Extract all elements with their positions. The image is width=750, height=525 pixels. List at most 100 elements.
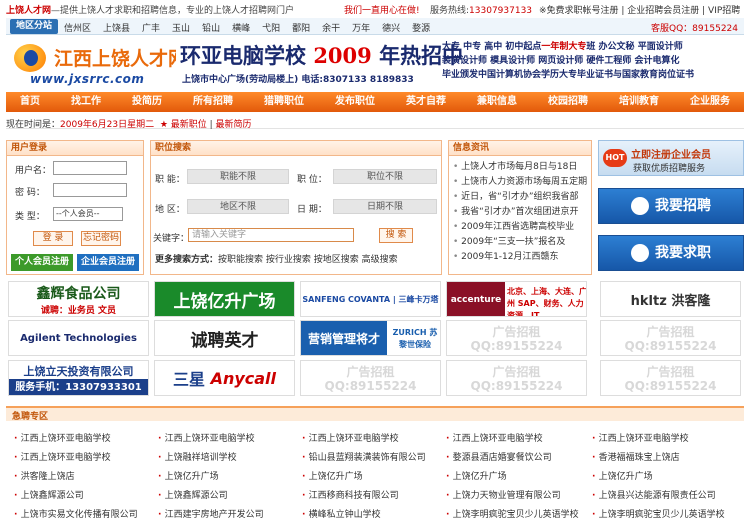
city-link[interactable]: 广丰 xyxy=(142,24,160,34)
job-link[interactable]: 上饶鑫辉源公司 xyxy=(14,487,154,506)
course-ad[interactable]: 大专 中专 高中 初中起点一年制大专班 办公文秘 平面设计师 装潢设计师 模具设… xyxy=(442,38,744,90)
type-label: 类 型： xyxy=(15,212,45,222)
nav-all-jobs[interactable]: 所有招聘 xyxy=(193,92,233,112)
job-link[interactable]: 上饶亿升广场 xyxy=(446,468,586,487)
job-link[interactable]: 江西上饶环亚电脑学校 xyxy=(158,430,298,449)
nav-parttime[interactable]: 兼职信息 xyxy=(477,92,517,112)
logo-samsung-anycall[interactable]: 三星 Anycall xyxy=(154,360,295,396)
nav-home[interactable]: 首页 xyxy=(20,92,40,112)
city-link[interactable]: 鄱阳 xyxy=(292,24,310,34)
job-link[interactable]: 香港福福珠宝上饶店 xyxy=(592,449,742,468)
job-link[interactable]: 上饶亿升广场 xyxy=(302,468,442,487)
new-jobs-link[interactable]: ★ 最新职位 xyxy=(160,120,207,130)
ad-placeholder[interactable]: 广告招租 QQ:89155224 xyxy=(446,320,587,356)
news-item[interactable]: 我省“引才办”首次组团进京开 xyxy=(453,205,591,220)
nav-submit-resume[interactable]: 投简历 xyxy=(132,92,162,112)
job-link[interactable]: 铅山县蓝翔装潢装饰有限公司 xyxy=(302,449,442,468)
register-company-button[interactable]: 企业会员注册 xyxy=(77,254,139,271)
job-link[interactable]: 上饶市实易文化传播有限公司 xyxy=(14,506,154,525)
new-resumes-link[interactable]: 最新简历 xyxy=(216,120,252,130)
login-button[interactable]: 登 录 xyxy=(33,231,73,246)
job-link[interactable]: 上饶融祥培训学校 xyxy=(158,449,298,468)
register-links[interactable]: ※免费求职帐号注册 | 企业招聘会员注册 | VIP招聘 xyxy=(539,3,740,16)
job-link[interactable]: 上饶力天物业管理有限公司 xyxy=(446,487,586,506)
city-link[interactable]: 横峰 xyxy=(232,24,250,34)
job-link[interactable]: 横峰私立钟山学校 xyxy=(302,506,442,525)
news-item[interactable]: 2009年1-12月江西赣东 xyxy=(453,250,591,265)
job-link[interactable]: 江西上饶环亚电脑学校 xyxy=(14,430,154,449)
nav-training[interactable]: 培训教育 xyxy=(619,92,659,112)
job-link[interactable]: 婺源县酒店婚宴餐饮公司 xyxy=(446,449,586,468)
current-date: 2009年6月23日星期二 xyxy=(60,120,155,130)
city-link[interactable]: 婺源 xyxy=(412,24,430,34)
register-person-button[interactable]: 个人会员注册 xyxy=(11,254,73,271)
job-link[interactable]: 上饶李明疯驼宝贝少儿英语学校 xyxy=(446,506,586,525)
city-link[interactable]: 余干 xyxy=(322,24,340,34)
news-item[interactable]: 2009年江西省选聘高校毕业 xyxy=(453,220,591,235)
ad-placeholder[interactable]: 广告招租 QQ:89155224 xyxy=(600,320,741,356)
more-search-links[interactable]: 按职能搜索 按行业搜索 按地区搜索 高级搜索 xyxy=(218,255,398,265)
job-link[interactable]: 上饶亿升广场 xyxy=(158,468,298,487)
city-link[interactable]: 弋阳 xyxy=(262,24,280,34)
ad-placeholder[interactable]: 广告招租 QQ:89155224 xyxy=(600,360,741,396)
logo-zurich[interactable]: 营销管理将才 ZURICH 苏黎世保险 xyxy=(300,320,441,356)
function-select[interactable]: 职能不限 xyxy=(187,169,289,184)
job-link[interactable]: 江西上饶环亚电脑学校 xyxy=(592,430,742,449)
city-link[interactable]: 上饶县 xyxy=(103,24,130,34)
logo-hiring-talent[interactable]: 诚聘英才 xyxy=(154,320,295,356)
ad-placeholder[interactable]: 广告招租 QQ:89155224 xyxy=(446,360,587,396)
site-logo[interactable]: 江西上饶人才网 www.jxsrrc.com xyxy=(12,38,187,90)
password-input[interactable] xyxy=(53,183,127,197)
city-link[interactable]: 铅山 xyxy=(202,24,220,34)
job-link[interactable]: 上饶亿升广场 xyxy=(592,468,742,487)
ad-placeholder[interactable]: 广告招租 QQ:89155224 xyxy=(300,360,441,396)
forgot-password-button[interactable]: 忘记密码 xyxy=(81,231,121,246)
logo-agilent[interactable]: Agilent Technologies xyxy=(8,320,149,356)
register-company-banner[interactable]: HOT 立即注册企业会员 获取优质招聘服务 xyxy=(598,140,744,176)
date-select[interactable]: 日期不限 xyxy=(333,199,437,214)
job-link[interactable]: 上饶鑫辉源公司 xyxy=(158,487,298,506)
function-label: 职 能： xyxy=(155,175,185,185)
school-banner[interactable]: 环亚电脑学校 2009 年热招中 上饶市中心广场(劳动局楼上) 电话:83071… xyxy=(176,38,463,90)
logo-xinhui-food[interactable]: 鑫辉食品公司 诚聘：业务员 文员 xyxy=(8,281,149,317)
keyword-input[interactable]: 请输入关键字 xyxy=(188,228,354,242)
city-link[interactable]: 万年 xyxy=(352,24,370,34)
logo-url: www.jxsrrc.com xyxy=(30,72,145,86)
news-item[interactable]: 2009年“三支一扶”报名及 xyxy=(453,235,591,250)
job-link[interactable]: 江西建宇房地产开发公司 xyxy=(158,506,298,525)
job-link[interactable]: 江西上饶环亚电脑学校 xyxy=(14,449,154,468)
job-link[interactable]: 洪客隆上饶店 xyxy=(14,468,154,487)
search-button[interactable]: 搜 索 xyxy=(379,228,413,243)
news-item[interactable]: 近日，省“引才办”组织我省部 xyxy=(453,190,591,205)
logo-yisheng-plaza[interactable]: 上饶亿升广场 xyxy=(154,281,295,317)
site-name[interactable]: 上饶人才网 xyxy=(6,6,51,16)
logo-accenture[interactable]: accenture 北京、上海、大连、广州 SAP、财务、人力资源、IT xyxy=(446,281,587,317)
area-select[interactable]: 地区不限 xyxy=(187,199,289,214)
apply-button[interactable]: 我要求职 xyxy=(598,235,744,271)
nav-campus[interactable]: 校园招聘 xyxy=(548,92,588,112)
job-link[interactable]: 江西上饶环亚电脑学校 xyxy=(446,430,586,449)
nav-enterprise[interactable]: 企业服务 xyxy=(690,92,730,112)
job-link[interactable]: 江西上饶环亚电脑学校 xyxy=(302,430,442,449)
job-link[interactable]: 上饶县兴达能源有限责任公司 xyxy=(592,487,742,506)
member-type-select[interactable]: --个人会员-- xyxy=(53,207,123,221)
logo-sanfeng-covanta[interactable]: SANFENG COVANTA | 三峰卡万塔 xyxy=(300,281,441,317)
nav-headhunt[interactable]: 猎聘职位 xyxy=(264,92,304,112)
job-link[interactable]: 江西移商科技有限公司 xyxy=(302,487,442,506)
home-link[interactable]: 我们一直用心在做! xyxy=(344,3,420,16)
recruit-button[interactable]: 我要招聘 xyxy=(598,188,744,224)
position-select[interactable]: 职位不限 xyxy=(333,169,437,184)
hotline-number: 13307937133 xyxy=(469,6,533,16)
city-link[interactable]: 玉山 xyxy=(172,24,190,34)
username-input[interactable] xyxy=(53,161,127,175)
logo-litian-investment[interactable]: 上饶立天投资有限公司 服务手机：13307933301 xyxy=(8,360,149,396)
news-item[interactable]: 上饶市人力资源市场每周五定期 xyxy=(453,175,591,190)
nav-post-job[interactable]: 发布职位 xyxy=(335,92,375,112)
job-link[interactable]: 上饶李明疯驼宝贝少儿英语学校 xyxy=(592,506,742,525)
nav-find-job[interactable]: 找工作 xyxy=(71,92,101,112)
logo-hkltz[interactable]: hkltz 洪客隆 xyxy=(600,281,741,317)
city-link[interactable]: 德兴 xyxy=(382,24,400,34)
city-link[interactable]: 信州区 xyxy=(64,24,91,34)
news-item[interactable]: 上饶人才市场每月8日与18日 xyxy=(453,160,591,175)
nav-talent[interactable]: 英才自荐 xyxy=(406,92,446,112)
